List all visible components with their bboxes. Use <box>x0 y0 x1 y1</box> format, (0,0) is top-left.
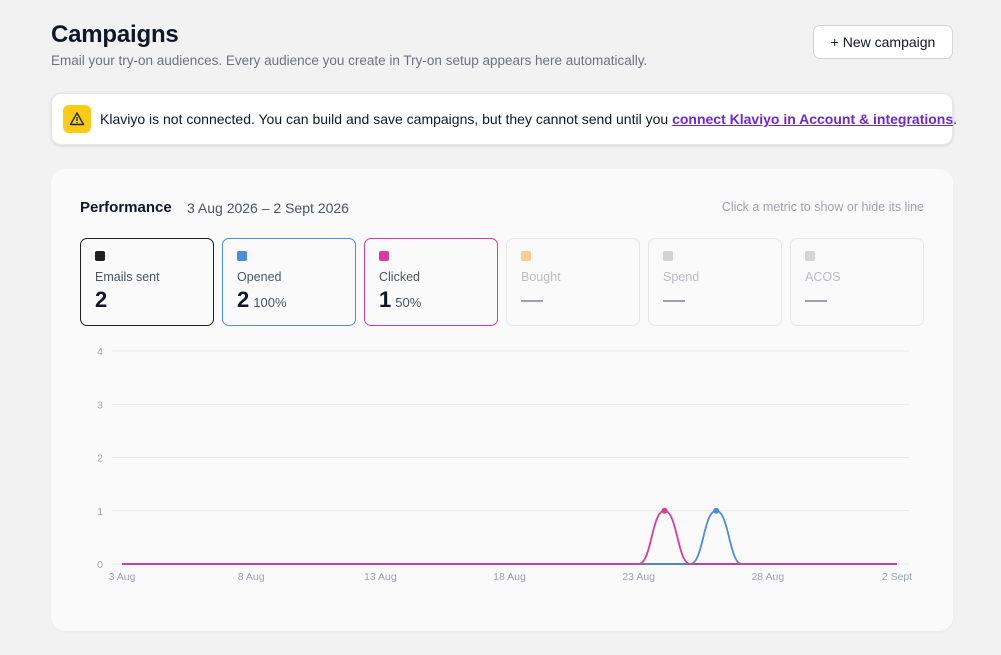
x-tick-label: 23 Aug <box>622 571 655 583</box>
x-tick-label: 8 Aug <box>238 571 265 583</box>
x-tick-label: 2 Sept <box>882 571 912 583</box>
alert-suffix: . <box>953 111 958 127</box>
series-line-clicked <box>121 509 897 565</box>
y-tick-label: 1 <box>97 506 103 518</box>
warning-icon <box>63 105 91 133</box>
data-point-opened <box>713 507 720 514</box>
alert-text: Klaviyo is not connected. You can build … <box>100 111 673 127</box>
y-tick-label: 4 <box>97 346 103 358</box>
x-tick-label: 18 Aug <box>493 571 526 583</box>
y-tick-label: 3 <box>97 399 103 411</box>
x-tick-label: 13 Aug <box>364 571 397 583</box>
x-tick-label: 28 Aug <box>751 571 784 583</box>
y-tick-label: 0 <box>97 559 103 571</box>
series-line-opened <box>121 509 897 565</box>
connect-klaviyo-link[interactable]: connect Klaviyo in Account & integration… <box>672 111 953 127</box>
klaviyo-alert: Klaviyo is not connected. You can build … <box>51 93 957 145</box>
performance-chart: 0 1 2 3 4 3 Aug 8 Aug 13 Aug 18 Aug 23 Aug 28 Aug 2… <box>97 346 912 583</box>
new-campaign-button[interactable]: + New campaign <box>813 25 953 59</box>
performance-panel: Performance 3 Aug 2026 – 2 Sept 2026 Cli… <box>51 169 953 631</box>
x-tick-label: 3 Aug <box>109 571 136 583</box>
alert-message: Klaviyo is not connected. You can build … <box>100 111 957 127</box>
data-point-clicked <box>661 507 668 514</box>
y-tick-label: 2 <box>97 453 103 465</box>
page-header: Campaigns Email your try-on audiences. E… <box>51 20 953 70</box>
